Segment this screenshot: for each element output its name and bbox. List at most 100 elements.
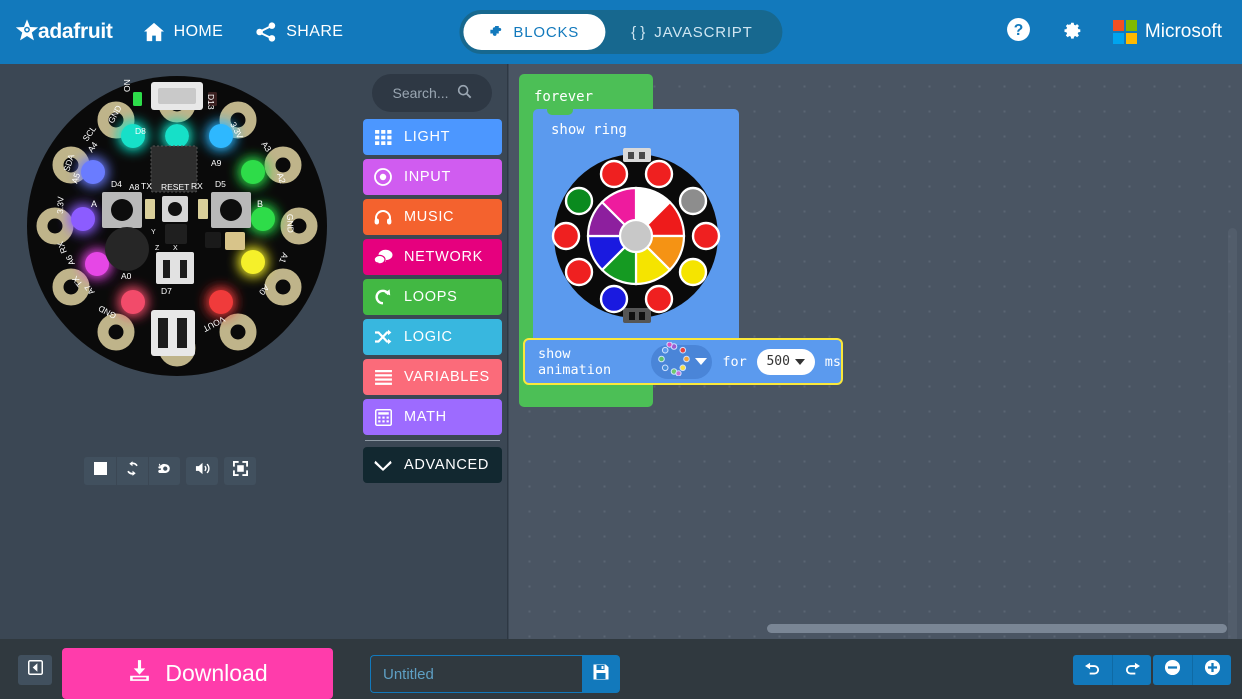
svg-text:GND: GND (285, 214, 296, 233)
sim-audio-group (186, 457, 218, 485)
floppy-save-icon (592, 663, 610, 686)
home-button[interactable]: HOME (127, 0, 240, 64)
app-header: adafruit HOME SHARE BLOCKS {} JAVASCRIP… (0, 0, 1242, 64)
sim-view-group (224, 457, 256, 485)
tab-javascript[interactable]: { } JAVASCRIPT (605, 14, 778, 50)
zoom-in-button[interactable] (1192, 655, 1231, 685)
microsoft-logo-icon (1112, 20, 1137, 44)
category-logic[interactable]: LOGIC (363, 319, 502, 355)
refresh-icon (125, 461, 140, 481)
category-light-label: LIGHT (404, 129, 451, 145)
category-math-label: MATH (404, 409, 447, 425)
category-math[interactable]: MATH (363, 399, 502, 435)
block-show-animation-label: show animation (538, 345, 612, 378)
svg-text:Y: Y (151, 229, 156, 236)
svg-text:D13: D13 (206, 94, 216, 110)
collapse-simulator-button[interactable] (18, 655, 52, 685)
search-input[interactable]: Search... (372, 74, 492, 112)
category-variables[interactable]: VARIABLES (363, 359, 502, 395)
header-right-actions: ? Microsoft (995, 0, 1242, 64)
fullscreen-button[interactable] (224, 457, 256, 485)
calculator-icon (373, 407, 393, 427)
forever-bottom-notch (527, 397, 557, 404)
home-icon (143, 22, 165, 42)
vertical-scrollbar[interactable] (1228, 228, 1237, 639)
svg-text:RESET: RESET (161, 182, 189, 192)
animation-dropdown[interactable] (650, 341, 713, 381)
slow-motion-button[interactable] (148, 457, 180, 485)
tab-blocks[interactable]: BLOCKS (463, 14, 606, 50)
blocks-workspace[interactable]: forever show ring show animation for 500… (509, 64, 1242, 639)
adafruit-brand[interactable]: adafruit (0, 0, 127, 64)
caret-down-icon (694, 358, 707, 365)
plus-circle-icon (1204, 659, 1221, 681)
chat-bubbles-icon (373, 247, 393, 267)
expand-icon (232, 461, 248, 481)
svg-text:TX: TX (141, 181, 152, 191)
restart-button[interactable] (116, 457, 148, 485)
category-input[interactable]: INPUT (363, 159, 502, 195)
share-icon (255, 22, 277, 42)
snail-icon (157, 462, 173, 481)
gear-icon (1059, 18, 1083, 47)
blocks-toolbox: Search... LIGHT INPUT MUSIC NETWORK LOOP… (356, 64, 508, 639)
horizontal-scrollbar[interactable] (767, 624, 1227, 633)
circuit-playground-board[interactable]: ON D13 GND 3.3V SCL A4 A3 SDA A5 A2 3.3V… (25, 74, 330, 379)
home-label: HOME (173, 23, 224, 40)
category-loops[interactable]: LOOPS (363, 279, 502, 315)
category-music[interactable]: MUSIC (363, 199, 502, 235)
svg-text:A9: A9 (211, 158, 222, 168)
svg-text:Z: Z (155, 245, 160, 252)
category-input-label: INPUT (404, 169, 451, 185)
tab-blocks-label: BLOCKS (513, 23, 580, 41)
rainbow-ring-animation-icon (657, 341, 691, 381)
microsoft-logo[interactable]: Microsoft (1099, 20, 1230, 44)
mute-button[interactable] (186, 457, 218, 485)
brand-name: adafruit (38, 20, 113, 43)
download-button[interactable]: Download (62, 648, 333, 699)
undo-button[interactable] (1073, 655, 1112, 685)
svg-text:D5: D5 (215, 179, 226, 189)
duration-dropdown[interactable]: 500 (756, 348, 815, 375)
caret-down-icon-duration (794, 358, 805, 365)
share-button[interactable]: SHARE (239, 0, 359, 64)
block-show-animation[interactable]: show animation for 500 ms (523, 338, 843, 385)
svg-text:A0: A0 (121, 271, 132, 281)
category-light[interactable]: LIGHT (363, 119, 502, 155)
download-label: Download (165, 660, 268, 686)
loop-arrow-icon (373, 287, 393, 307)
search-placeholder: Search... (392, 85, 449, 101)
category-advanced[interactable]: ADVANCED (363, 447, 502, 483)
simulator-controls (84, 457, 256, 485)
project-name-input[interactable] (370, 655, 582, 693)
target-dot-icon (373, 167, 393, 187)
settings-button[interactable] (1047, 0, 1095, 64)
category-network-label: NETWORK (404, 249, 484, 265)
svg-text:3.3V: 3.3V (55, 196, 66, 214)
svg-text:B: B (257, 199, 263, 209)
headphones-icon (373, 207, 393, 227)
redo-button[interactable] (1112, 655, 1151, 685)
collapse-panel-icon (27, 660, 43, 680)
neopixel-ring-picker[interactable] (551, 144, 721, 324)
svg-text:A: A (91, 199, 97, 209)
lines-icon (373, 367, 393, 387)
zoom-out-button[interactable] (1153, 655, 1192, 685)
tab-javascript-label: JAVASCRIPT (654, 23, 753, 41)
duration-value: 500 (766, 354, 790, 369)
category-advanced-label: ADVANCED (404, 457, 490, 473)
category-list: LIGHT INPUT MUSIC NETWORK LOOPS LOGIC VA… (363, 119, 502, 487)
category-network[interactable]: NETWORK (363, 239, 502, 275)
svg-text:RX: RX (191, 181, 203, 191)
block-show-ring[interactable]: show ring (533, 109, 739, 344)
simulator-pane: ON D13 GND 3.3V SCL A4 A3 SDA A5 A2 3.3V… (0, 64, 356, 639)
help-button[interactable]: ? (995, 0, 1043, 64)
stop-button[interactable] (84, 457, 116, 485)
grid-icon (373, 127, 393, 147)
block-forever-label: forever (534, 89, 594, 105)
toolbox-divider (365, 440, 500, 441)
save-button[interactable] (582, 655, 620, 693)
chevron-down-icon (373, 455, 393, 475)
category-music-label: MUSIC (404, 209, 455, 225)
download-icon (127, 658, 152, 689)
